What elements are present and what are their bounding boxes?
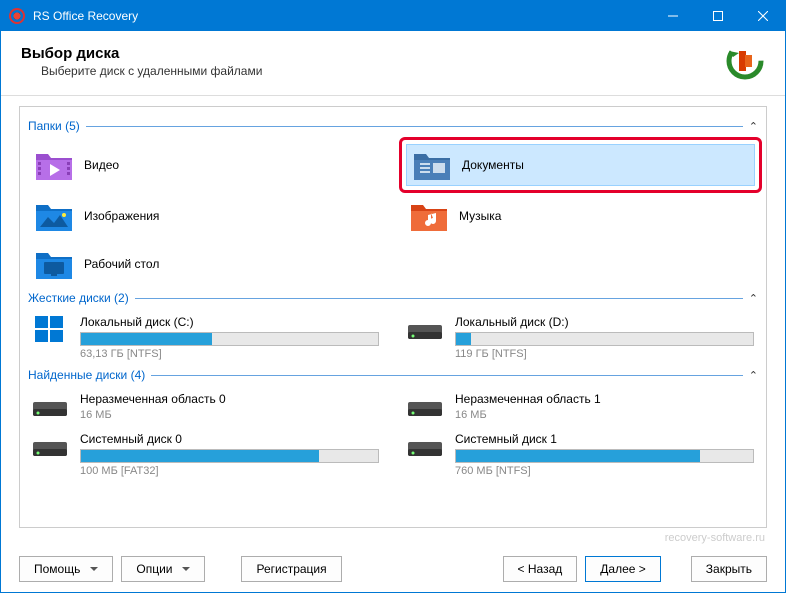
group-hard-disks: Жесткие диски (2) ⌃ Локальный диск (C:) … bbox=[28, 291, 758, 362]
group-folders-title: Папки (5) bbox=[28, 119, 80, 133]
disk-meta: 16 МБ bbox=[455, 409, 754, 421]
collapse-icon: ⌃ bbox=[749, 120, 758, 133]
folder-item-video[interactable]: Видео bbox=[28, 141, 383, 189]
maximize-button[interactable] bbox=[695, 1, 740, 31]
group-found-header[interactable]: Найденные диски (4) ⌃ bbox=[28, 368, 758, 382]
hdd-icon bbox=[407, 392, 443, 422]
hdd-icon bbox=[407, 432, 443, 462]
folder-label: Изображения bbox=[84, 209, 159, 223]
disk-name: Системный диск 0 bbox=[80, 432, 379, 446]
group-folders: Папки (5) ⌃ Видео Документы Изображ bbox=[28, 119, 758, 285]
folder-label: Видео bbox=[84, 158, 119, 172]
selection-highlight: Документы bbox=[399, 137, 762, 193]
wizard-footer: Помощь Опции Регистрация < Назад Далее >… bbox=[1, 546, 785, 592]
disk-meta: 100 МБ [FAT32] bbox=[80, 465, 379, 477]
disk-list-panel: Папки (5) ⌃ Видео Документы Изображ bbox=[19, 106, 767, 528]
disk-item-unalloc-0[interactable]: Неразмеченная область 0 16 МБ bbox=[28, 390, 383, 424]
folder-label: Музыка bbox=[459, 209, 501, 223]
folder-label: Документы bbox=[462, 158, 524, 172]
register-button[interactable]: Регистрация bbox=[241, 556, 341, 582]
disk-name: Локальный диск (C:) bbox=[80, 315, 379, 329]
branding-text: recovery-software.ru bbox=[1, 532, 785, 546]
disk-usage-bar bbox=[455, 332, 754, 346]
hdd-icon bbox=[32, 432, 68, 462]
options-button[interactable]: Опции bbox=[121, 556, 205, 582]
disk-item-system-0[interactable]: Системный диск 0 100 МБ [FAT32] bbox=[28, 430, 383, 479]
window-title: RS Office Recovery bbox=[33, 9, 650, 23]
collapse-icon: ⌃ bbox=[749, 369, 758, 382]
next-button[interactable]: Далее > bbox=[585, 556, 661, 582]
documents-folder-icon bbox=[414, 150, 450, 180]
folder-label: Рабочий стол bbox=[84, 257, 159, 271]
disk-usage-bar bbox=[80, 332, 379, 346]
folder-item-images[interactable]: Изображения bbox=[28, 195, 383, 237]
close-app-button[interactable]: Закрыть bbox=[691, 556, 767, 582]
group-folders-header[interactable]: Папки (5) ⌃ bbox=[28, 119, 758, 133]
windows-disk-icon bbox=[32, 315, 68, 345]
hdd-icon bbox=[407, 315, 443, 345]
disk-usage-bar bbox=[455, 449, 754, 463]
desktop-folder-icon bbox=[36, 249, 72, 279]
folder-item-desktop[interactable]: Рабочий стол bbox=[28, 243, 383, 285]
folder-item-music[interactable]: Музыка bbox=[403, 195, 758, 237]
disk-usage-bar bbox=[80, 449, 379, 463]
page-title: Выбор диска bbox=[21, 45, 725, 62]
back-button[interactable]: < Назад bbox=[503, 556, 578, 582]
disk-name: Неразмеченная область 0 bbox=[80, 392, 379, 406]
close-button[interactable] bbox=[740, 1, 785, 31]
titlebar: RS Office Recovery bbox=[1, 1, 785, 31]
minimize-button[interactable] bbox=[650, 1, 695, 31]
wizard-header: Выбор диска Выберите диск с удаленными ф… bbox=[1, 31, 785, 96]
disk-meta: 760 МБ [NTFS] bbox=[455, 465, 754, 477]
disk-item-c[interactable]: Локальный диск (C:) 63,13 ГБ [NTFS] bbox=[28, 313, 383, 362]
group-found-title: Найденные диски (4) bbox=[28, 368, 145, 382]
disk-name: Неразмеченная область 1 bbox=[455, 392, 754, 406]
folder-item-documents[interactable]: Документы bbox=[406, 144, 755, 186]
group-hard-title: Жесткие диски (2) bbox=[28, 291, 129, 305]
app-icon bbox=[9, 8, 25, 24]
music-folder-icon bbox=[411, 201, 447, 231]
hdd-icon bbox=[32, 392, 68, 422]
images-folder-icon bbox=[36, 201, 72, 231]
page-subtitle: Выберите диск с удаленными файлами bbox=[21, 64, 725, 78]
video-folder-icon bbox=[36, 150, 72, 180]
help-button[interactable]: Помощь bbox=[19, 556, 113, 582]
disk-name: Системный диск 1 bbox=[455, 432, 754, 446]
disk-meta: 63,13 ГБ [NTFS] bbox=[80, 348, 379, 360]
disk-meta: 119 ГБ [NTFS] bbox=[455, 348, 754, 360]
group-found-disks: Найденные диски (4) ⌃ Неразмеченная обла… bbox=[28, 368, 758, 479]
disk-item-d[interactable]: Локальный диск (D:) 119 ГБ [NTFS] bbox=[403, 313, 758, 362]
group-hard-header[interactable]: Жесткие диски (2) ⌃ bbox=[28, 291, 758, 305]
maximize-icon bbox=[713, 11, 723, 21]
minimize-icon bbox=[668, 11, 678, 21]
close-icon bbox=[758, 11, 768, 21]
disk-item-unalloc-1[interactable]: Неразмеченная область 1 16 МБ bbox=[403, 390, 758, 424]
disk-name: Локальный диск (D:) bbox=[455, 315, 754, 329]
disk-meta: 16 МБ bbox=[80, 409, 379, 421]
collapse-icon: ⌃ bbox=[749, 292, 758, 305]
disk-item-system-1[interactable]: Системный диск 1 760 МБ [NTFS] bbox=[403, 430, 758, 479]
product-logo-icon bbox=[725, 41, 765, 81]
